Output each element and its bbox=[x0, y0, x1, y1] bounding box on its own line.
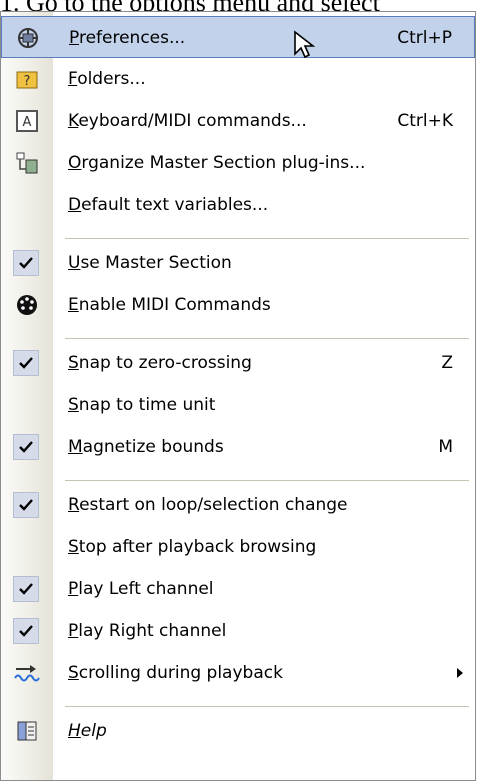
menu-separator bbox=[65, 706, 469, 707]
menu-item-shortcut: Z bbox=[441, 353, 453, 373]
menu-item-label: Snap to zero-crossing bbox=[68, 353, 252, 373]
menu-item-preferences[interactable]: Preferences... Ctrl+P bbox=[1, 16, 475, 58]
checkmark-icon bbox=[13, 434, 39, 460]
menu-item-keyboard-midi-commands[interactable]: A Keyboard/MIDI commands... Ctrl+K bbox=[1, 100, 475, 142]
svg-text:A: A bbox=[23, 115, 32, 130]
menu-item-stop-after-playback-browsing[interactable]: Stop after playback browsing bbox=[1, 526, 475, 568]
menu-item-label: Use Master Section bbox=[68, 253, 232, 273]
menu-item-folders[interactable]: ? Folders... bbox=[1, 58, 475, 100]
checkmark-icon bbox=[13, 492, 39, 518]
menu-item-snap-time-unit[interactable]: Snap to time unit bbox=[1, 384, 475, 426]
menu-item-play-left-channel[interactable]: Play Left channel bbox=[1, 568, 475, 610]
menu-item-label: Play Left channel bbox=[68, 579, 214, 599]
menu-item-shortcut: Ctrl+K bbox=[397, 111, 453, 131]
checkmark-icon bbox=[13, 618, 39, 644]
checkmark-icon bbox=[13, 250, 39, 276]
menu-item-label: Restart on loop/selection change bbox=[68, 495, 348, 515]
menu-item-shortcut: Ctrl+P bbox=[397, 28, 452, 48]
menu-item-label: Default text variables... bbox=[68, 195, 269, 215]
menu-item-snap-zero-crossing[interactable]: Snap to zero-crossing Z bbox=[1, 342, 475, 384]
keyboard-icon: A bbox=[14, 108, 40, 134]
menu-item-restart-on-loop-change[interactable]: Restart on loop/selection change bbox=[1, 484, 475, 526]
menu-item-label: Preferences... bbox=[69, 28, 186, 48]
menu-item-enable-midi-commands[interactable]: Enable MIDI Commands bbox=[1, 284, 475, 326]
menu-item-play-right-channel[interactable]: Play Right channel bbox=[1, 610, 475, 652]
midi-icon bbox=[14, 292, 40, 318]
checkmark-icon bbox=[13, 350, 39, 376]
menu-item-default-text-variables[interactable]: Default text variables... bbox=[1, 184, 475, 226]
menu-item-magnetize-bounds[interactable]: Magnetize bounds M bbox=[1, 426, 475, 468]
menu-item-organize-plugins[interactable]: Organize Master Section plug-ins... bbox=[1, 142, 475, 184]
menu-item-label: Stop after playback browsing bbox=[68, 537, 317, 557]
menu-item-label: Scrolling during playback bbox=[68, 663, 283, 683]
menu-item-help[interactable]: Help bbox=[1, 710, 475, 752]
preferences-icon bbox=[15, 25, 41, 51]
menu-item-label: Magnetize bounds bbox=[68, 437, 224, 457]
plugins-icon bbox=[14, 150, 40, 176]
menu-item-label: Help bbox=[68, 721, 107, 741]
options-menu: Preferences... Ctrl+P ? Folders... A Key… bbox=[0, 11, 476, 781]
menu-item-label: Folders... bbox=[68, 69, 146, 89]
scrolling-icon bbox=[14, 660, 40, 686]
menu-item-scrolling-during-playback[interactable]: Scrolling during playback bbox=[1, 652, 475, 694]
menu-item-label: Organize Master Section plug-ins... bbox=[68, 153, 366, 173]
menu-item-use-master-section[interactable]: Use Master Section bbox=[1, 242, 475, 284]
help-book-icon bbox=[14, 718, 40, 744]
menu-separator bbox=[65, 238, 469, 239]
menu-item-shortcut: M bbox=[438, 437, 453, 457]
checkmark-icon bbox=[13, 576, 39, 602]
menu-item-label: Snap to time unit bbox=[68, 395, 216, 415]
mouse-cursor-icon bbox=[293, 30, 316, 64]
folders-icon: ? bbox=[14, 66, 40, 92]
svg-text:?: ? bbox=[24, 74, 31, 89]
submenu-arrow-icon bbox=[457, 668, 463, 678]
menu-item-label: Enable MIDI Commands bbox=[68, 295, 271, 315]
menu-item-label: Keyboard/MIDI commands... bbox=[68, 111, 307, 131]
menu-separator bbox=[65, 338, 469, 339]
menu-item-label: Play Right channel bbox=[68, 621, 227, 641]
menu-separator bbox=[65, 480, 469, 481]
